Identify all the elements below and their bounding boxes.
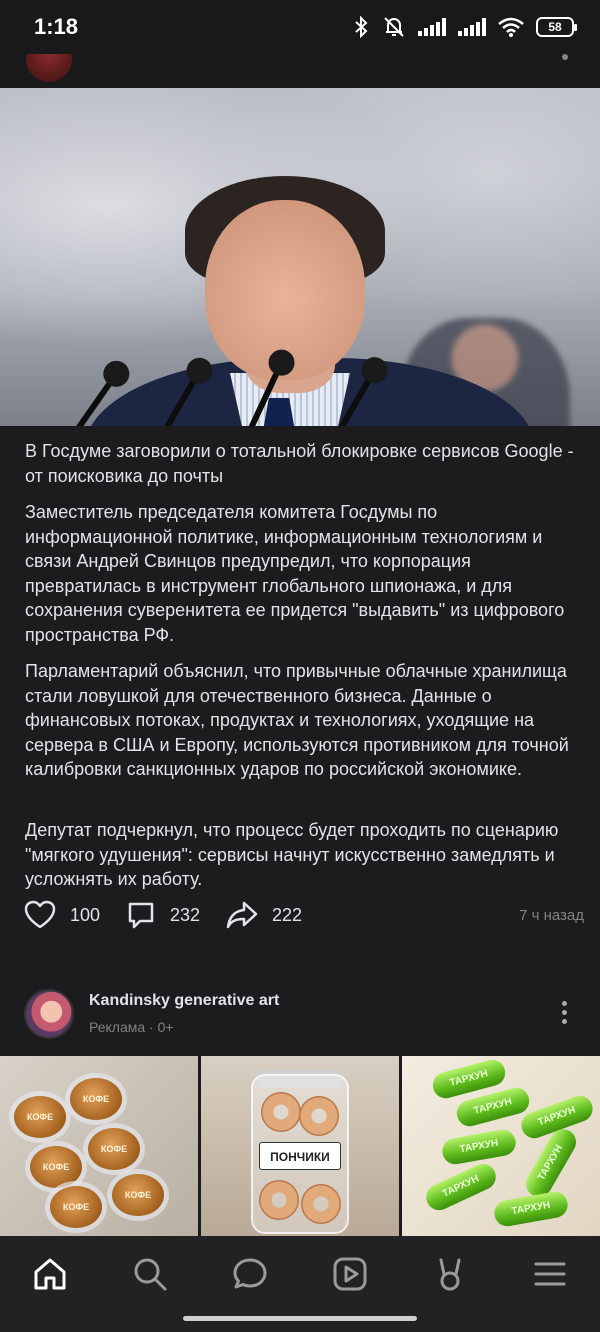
status-bar: 1:18 58 [0, 0, 600, 54]
post-paragraph: Заместитель председателя комитета Госдум… [25, 502, 565, 645]
coffee-candy: КОФЕ [30, 1146, 82, 1188]
nav-video[interactable] [330, 1254, 370, 1294]
bluetooth-icon [355, 16, 368, 38]
post-paragraph: Парламентарий объяснил, что привычные об… [25, 661, 569, 779]
share-button[interactable]: 222 [226, 900, 302, 930]
more-options-icon[interactable] [562, 1001, 568, 1024]
post-timestamp: 7 ч назад [519, 907, 584, 924]
comment-count: 232 [170, 904, 201, 925]
like-count: 100 [70, 904, 101, 925]
status-time: 1:18 [34, 14, 79, 39]
messages-icon [233, 1258, 267, 1289]
coffee-candy: КОФЕ [70, 1078, 122, 1120]
status-icons: 58 [352, 16, 577, 38]
wifi-icon [498, 17, 524, 37]
home-indicator[interactable] [183, 1316, 417, 1321]
battery-icon: 58 [536, 17, 577, 37]
post-paragraph: Депутат подчеркнул, что процесс будет пр… [25, 820, 559, 889]
share-icon [226, 901, 258, 929]
like-button[interactable]: 100 [24, 900, 100, 930]
nav-menu[interactable] [530, 1254, 570, 1294]
comment-icon [128, 902, 154, 929]
post-photo[interactable] [0, 88, 600, 426]
previous-post-header [0, 36, 600, 88]
nav-search[interactable] [130, 1254, 170, 1294]
share-count: 222 [272, 904, 303, 925]
ad-image-tarkhun[interactable]: ТАРХУН ТАРХУН ТАРХУН ТАРХУН ТАРХУН ТАРХУ… [402, 1056, 600, 1236]
mute-icon [384, 17, 404, 37]
ad-label: Реклама · 0+ [89, 1019, 174, 1035]
menu-icon [534, 1262, 566, 1286]
nav-home[interactable] [30, 1254, 70, 1294]
comment-button[interactable]: 232 [126, 900, 200, 930]
video-icon [333, 1257, 367, 1291]
ad-image-donuts[interactable]: ПОНЧИКИ [201, 1056, 399, 1236]
clips-icon [439, 1258, 461, 1291]
ad-header: Kandinsky generative art Реклама · 0+ [24, 987, 576, 1043]
search-icon [134, 1258, 167, 1291]
coffee-candy: КОФЕ [112, 1174, 164, 1216]
signal-icon [418, 18, 446, 36]
more-options-icon[interactable] [562, 54, 568, 60]
home-icon [34, 1258, 66, 1290]
ad-author-name[interactable]: Kandinsky generative art [89, 992, 279, 1010]
heart-icon [24, 900, 56, 929]
nav-clips[interactable] [430, 1254, 470, 1294]
jar-label: ПОНЧИКИ [259, 1142, 341, 1170]
coffee-candy: КОФЕ [88, 1128, 140, 1170]
coffee-candy: КОФЕ [14, 1096, 66, 1138]
post-title: В Госдуме заговорили о тотальной блокиро… [25, 441, 574, 486]
post-actions: 100 232 222 7 ч назад [24, 900, 584, 940]
coffee-candy: КОФЕ [50, 1186, 102, 1228]
nav-messages[interactable] [230, 1254, 270, 1294]
signal-icon [458, 18, 486, 36]
ad-gallery: КОФЕ КОФЕ КОФЕ КОФЕ КОФЕ КОФЕ ПОНЧИКИ ТА… [0, 1056, 600, 1236]
ad-image-coffee[interactable]: КОФЕ КОФЕ КОФЕ КОФЕ КОФЕ КОФЕ [0, 1056, 198, 1236]
avatar[interactable] [24, 989, 74, 1039]
